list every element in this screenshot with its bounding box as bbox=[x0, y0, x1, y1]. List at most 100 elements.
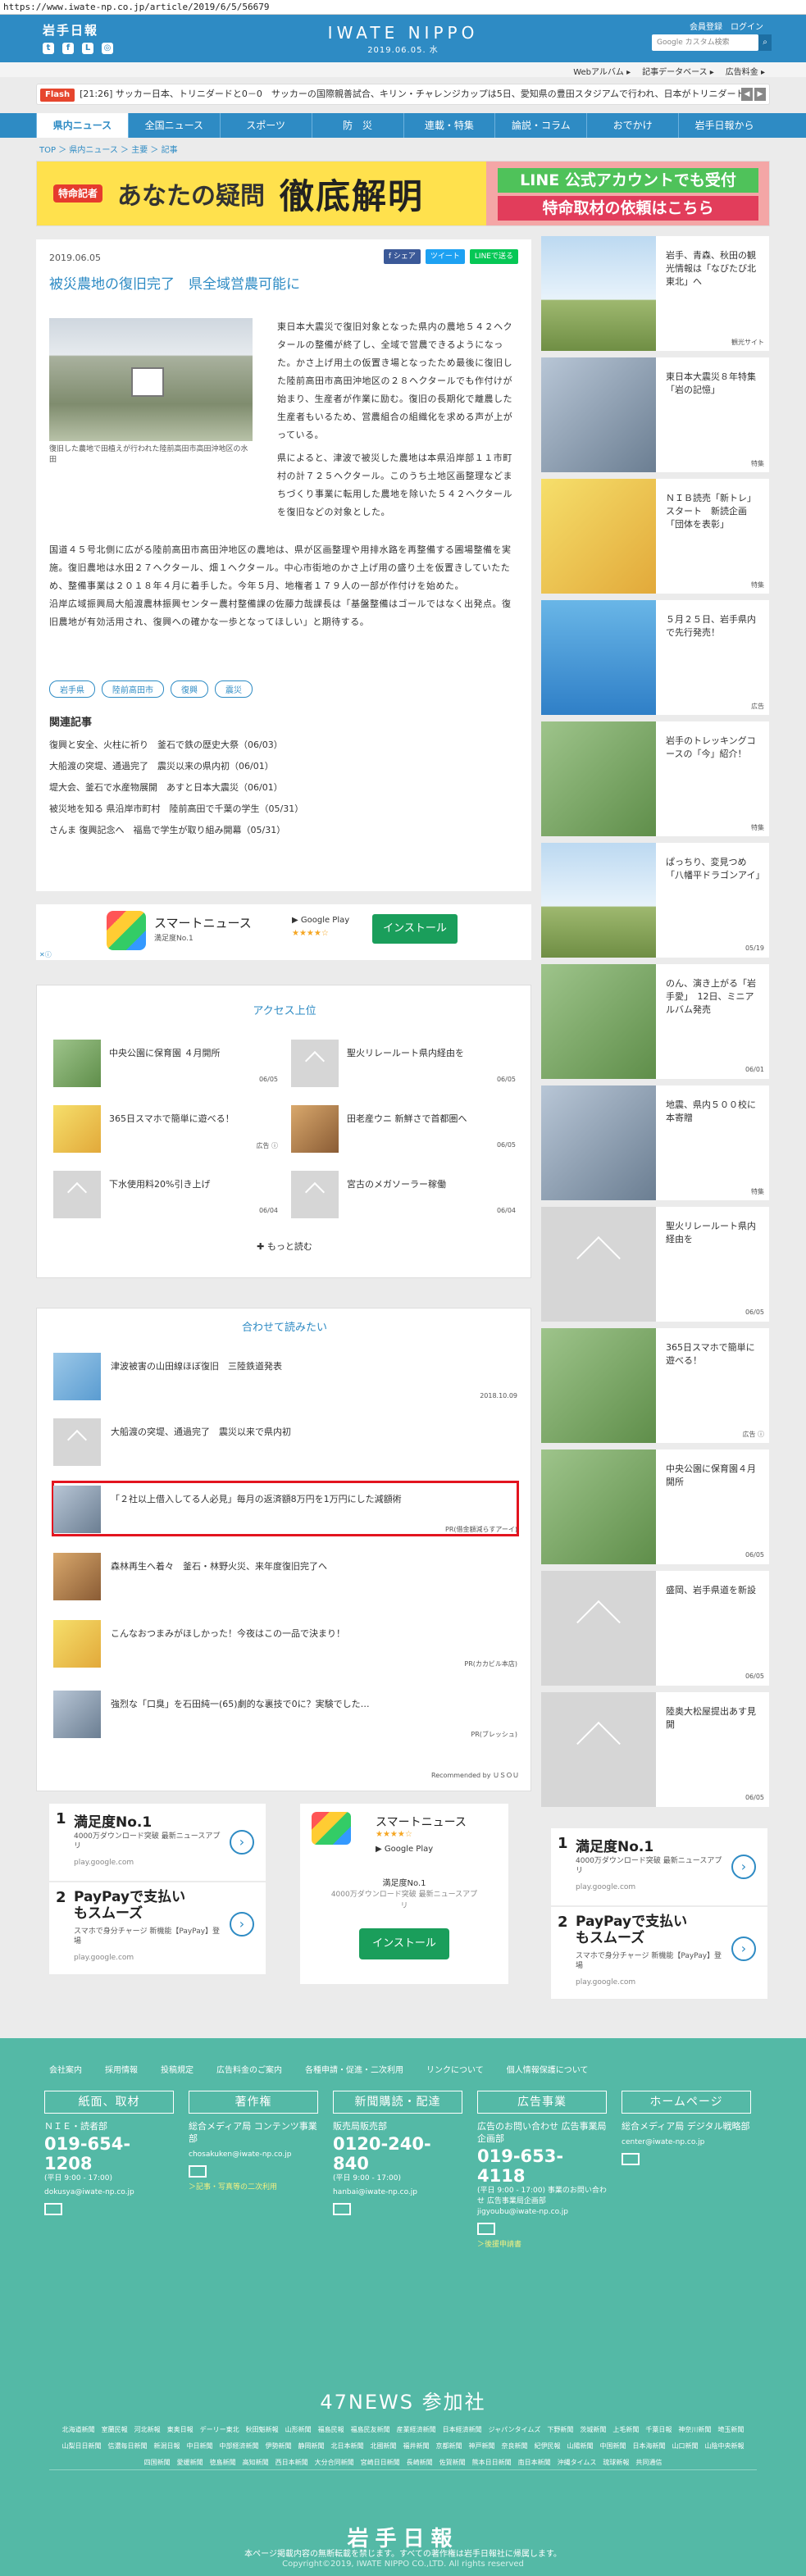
article-photo[interactable] bbox=[49, 318, 253, 441]
ad-arrow-icon[interactable]: › bbox=[230, 1830, 254, 1855]
twitter-share-button[interactable]: ツイート bbox=[425, 249, 465, 264]
sidebar-card[interactable]: 盛岡、岩手県道を新設 06/05 bbox=[541, 1571, 769, 1686]
sidebar-card[interactable]: ５月２５日、岩手県内で先行発売！ 広告 bbox=[541, 600, 769, 715]
nav-tab-sports[interactable]: スポーツ bbox=[219, 113, 312, 138]
sidebar-card[interactable]: のん、演き上がる「岩手愛」 12日、ミニアルバム発売 06/01 bbox=[541, 964, 769, 1079]
app-ad-large[interactable]: スマートニュース ★★★★☆ ▶ Google Play 満足度No.1 400… bbox=[300, 1804, 508, 1984]
recommend-item[interactable]: 森林再生へ着々 釜石・林野火災、来年度復旧完了へ bbox=[53, 1553, 517, 1607]
mail-icon[interactable] bbox=[189, 2165, 207, 2178]
footer-link[interactable]: 広告料金のご案内 bbox=[216, 2063, 282, 2075]
banner-request-link[interactable]: 特命取材の依頼はこちら bbox=[498, 196, 758, 221]
related-item[interactable]: 被災地を知る 県沿岸市町村 陸前高田で千葉の学生（05/31） bbox=[49, 799, 303, 820]
phone-number[interactable]: 0120-240-840 bbox=[333, 2134, 462, 2173]
install-button[interactable]: インストール bbox=[359, 1928, 449, 1959]
service-link-album[interactable]: Webアルバム ▸ bbox=[573, 65, 631, 77]
nav-tab-national[interactable]: 全国ニュース bbox=[127, 113, 220, 138]
sidebar-card[interactable]: ぱっちり、変見つめ「八幡平ドラゴンアイ」 05/19 bbox=[541, 843, 769, 958]
mail-icon[interactable] bbox=[622, 2153, 640, 2165]
ad-tile[interactable]: 2 PayPayで支払いもスムーズ スマホで身分チャージ 新機能【PayPay】… bbox=[551, 1907, 767, 1999]
ad-arrow-icon[interactable]: › bbox=[230, 1912, 254, 1937]
promo-banner[interactable]: 特命記者 あなたの疑問 徹底解明 LINE 公式アカウントでも受付 特命取材の依… bbox=[36, 161, 770, 226]
recommend-item[interactable]: 津波被害の山田線ほぼ復旧 三陸鉄道発表 2018.10.09 bbox=[53, 1353, 517, 1407]
url-bar[interactable]: https://www.iwate-np.co.jp/article/2019/… bbox=[0, 0, 806, 15]
ad-tile[interactable]: 1 満足度No.1 4000万ダウンロード突破 最新ニュースアプリ play.g… bbox=[551, 1828, 767, 1905]
sidebar-card[interactable]: 岩手、青森、秋田の観光情報は「なびたび北東北」へ 観光サイト bbox=[541, 236, 769, 351]
related-item[interactable]: 堤大会、釜石で水産物展開 あすと日本大震災（06/01） bbox=[49, 777, 303, 799]
email-address[interactable]: center@iwate-np.co.jp bbox=[622, 2137, 751, 2148]
tag-disaster[interactable]: 震災 bbox=[215, 680, 253, 698]
ranking-item[interactable]: 宮古のメガソーラー稼働 06/04 bbox=[291, 1171, 516, 1220]
email-address[interactable]: hanbai@iwate-np.co.jp bbox=[333, 2187, 462, 2198]
recommend-item[interactable]: 大船渡の突堤、通過完了 震災以来で県内初 bbox=[53, 1418, 517, 1472]
facebook-share-button[interactable]: f シェア bbox=[383, 249, 421, 264]
ranking-item-title: 365日スマホで簡単に遊べる！ bbox=[109, 1113, 235, 1124]
install-button[interactable]: インストール bbox=[372, 914, 458, 944]
app-install-ad[interactable]: スマートニュース 満足度No.1 ▶ Google Play ★★★★☆ インス… bbox=[36, 904, 531, 960]
nav-tab-column[interactable]: 論説・コラム bbox=[494, 113, 586, 138]
nav-tab-outing[interactable]: おでかけ bbox=[586, 113, 678, 138]
sidebar-card[interactable]: 地震、県内５００校に本寄贈 特集 bbox=[541, 1085, 769, 1200]
email-address[interactable]: chosakuken@iwate-np.co.jp bbox=[189, 2150, 318, 2160]
breadcrumb[interactable]: TOP ＞ 県内ニュース ＞ 主要 ＞ 記事 bbox=[39, 143, 178, 155]
related-item[interactable]: 大船渡の突堤、通過完了 震災以来の県内初（06/01） bbox=[49, 756, 303, 777]
nav-tab-disaster[interactable]: 防 災 bbox=[311, 113, 403, 138]
member-links[interactable]: 会員登録 ログイン bbox=[690, 20, 763, 32]
ad-arrow-icon[interactable]: › bbox=[731, 1937, 756, 1961]
sidebar-card[interactable]: 聖火リレールート県内経由を 06/05 bbox=[541, 1207, 769, 1322]
sidebar-card[interactable]: 東日本大震災８年特集「岩の記憶」 特集 bbox=[541, 357, 769, 472]
adchoices-icon[interactable]: ✕ⓘ bbox=[39, 950, 52, 959]
read-more-button[interactable]: ✚ もっと読む bbox=[37, 1240, 532, 1253]
search-icon[interactable]: ⌕ bbox=[758, 34, 772, 51]
sidebar-card[interactable]: 中央公園に保育園４月開所 06/05 bbox=[541, 1450, 769, 1564]
ranking-item[interactable]: 田老産ウニ 新鮮さで首都圏へ 06/05 bbox=[291, 1105, 516, 1154]
footer-hours: (平日 9:00 - 17:00) 事業のお問い合わせ 広告事業局企画部 jig… bbox=[477, 2187, 607, 2216]
ad-tile[interactable]: 1 満足度No.1 4000万ダウンロード突破 最新ニュースアプリ play.g… bbox=[49, 1804, 266, 1881]
tag-rikuzentakata[interactable]: 陸前高田市 bbox=[102, 680, 164, 698]
ad-tile[interactable]: 2 PayPayで支払いもスムーズ スマホで身分チャージ 新機能【PayPay】… bbox=[49, 1882, 266, 1974]
service-link-adrates[interactable]: 広告料金 ▸ bbox=[726, 65, 765, 77]
footer-link[interactable]: 投稿規定 bbox=[161, 2063, 194, 2075]
recommend-item-ad[interactable]: 強烈な「口臭」を石田純一(65)劇的な裏技で0に？実験でした… PR(ブレッシュ… bbox=[53, 1691, 517, 1745]
banner-line-account[interactable]: LINE 公式アカウントでも受付 bbox=[498, 168, 758, 193]
phone-number[interactable]: 019-654-1208 bbox=[44, 2134, 174, 2173]
mail-icon[interactable] bbox=[333, 2203, 351, 2215]
flash-text[interactable]: [21:26] サッカー日本、トリニダードと0－0 サッカーの国際親善試合、キリ… bbox=[80, 89, 754, 99]
footer-link[interactable]: 採用情報 bbox=[105, 2063, 138, 2075]
ranking-item[interactable]: 中央公園に保育園 ４月開所 06/05 bbox=[53, 1040, 278, 1089]
sidebar-card[interactable]: 陸奥大松屋提出あす見開 06/05 bbox=[541, 1692, 769, 1807]
footer-link[interactable]: 各種申請・促進・二次利用 bbox=[305, 2063, 403, 2075]
line-share-button[interactable]: LINEで送る bbox=[469, 249, 518, 264]
ranking-item[interactable]: 365日スマホで簡単に遊べる！ 広告 ⓘ bbox=[53, 1105, 278, 1154]
footer-link[interactable]: 個人情報保護について bbox=[507, 2063, 589, 2075]
related-item[interactable]: 復興と安全、火柱に祈り 釜石で鉄の歴史大祭（06/03） bbox=[49, 735, 303, 756]
footer-link[interactable]: リンクについて bbox=[426, 2063, 484, 2075]
ranking-item[interactable]: 下水使用料20%引き上げ 06/04 bbox=[53, 1171, 278, 1220]
nav-tab-from-iwate[interactable]: 岩手日報から bbox=[678, 113, 770, 138]
mail-icon[interactable] bbox=[477, 2223, 495, 2235]
nav-tab-series[interactable]: 連載・特集 bbox=[403, 113, 495, 138]
tag-iwate[interactable]: 岩手県 bbox=[49, 680, 95, 698]
related-item[interactable]: さんま 復興記念へ 福島で学生が取り組み開幕（05/31） bbox=[49, 820, 303, 841]
flash-prev-icon[interactable]: ◀ bbox=[741, 88, 753, 101]
sponsorship-form-link[interactable]: ＞後援申請書 bbox=[477, 2238, 607, 2249]
email-address[interactable]: dokusya@iwate-np.co.jp bbox=[44, 2187, 174, 2198]
sidebar-card[interactable]: ＮＩＢ読売「新トレ」スタート 新読企画「団体を表彰」 特集 bbox=[541, 479, 769, 594]
network-papers-list[interactable]: 北海道新聞 室蘭民報 河北新報 東奥日報 デーリー東北 秋田魁新報 山形新聞 福… bbox=[57, 2422, 751, 2471]
sidebar-card[interactable]: 365日スマホで簡単に遊べる！ 広告 ⓘ bbox=[541, 1328, 769, 1443]
service-link-database[interactable]: 記事データベース ▸ bbox=[642, 65, 714, 77]
footer-link[interactable]: 会社案内 bbox=[49, 2063, 82, 2075]
phone-number[interactable]: 019-653-4118 bbox=[477, 2146, 607, 2186]
flash-news-ticker[interactable]: Flash [21:26] サッカー日本、トリニダードと0－0 サッカーの国際親善… bbox=[36, 84, 770, 105]
recommend-item-ad[interactable]: こんなおつまみがほしかった！今夜はこの一品で決まり！ PR(カカビル本店) bbox=[53, 1620, 517, 1674]
nav-tab-local[interactable]: 県内ニュース bbox=[36, 113, 128, 138]
ad-arrow-icon[interactable]: › bbox=[731, 1855, 756, 1879]
mail-icon[interactable] bbox=[44, 2203, 62, 2215]
search-input[interactable]: Google カスタム検索 bbox=[652, 34, 758, 51]
recommend-provider[interactable]: Recommended by ＵＳＯＵ bbox=[431, 1771, 519, 1780]
ranking-item[interactable]: 聖火リレールート県内経由を 06/05 bbox=[291, 1040, 516, 1089]
secondary-use-link[interactable]: ＞記事・写真等の二次利用 bbox=[189, 2181, 318, 2191]
flash-next-icon[interactable]: ▶ bbox=[754, 88, 766, 101]
recommend-item-ad[interactable]: 「２社以上借入してる人必見」毎月の返済額8万円を1万円にした減額術 PR(借金額… bbox=[53, 1486, 517, 1540]
tag-recovery[interactable]: 復興 bbox=[171, 680, 208, 698]
sidebar-card[interactable]: 岩手のトレッキングコースの「今」紹介！ 特集 bbox=[541, 721, 769, 836]
